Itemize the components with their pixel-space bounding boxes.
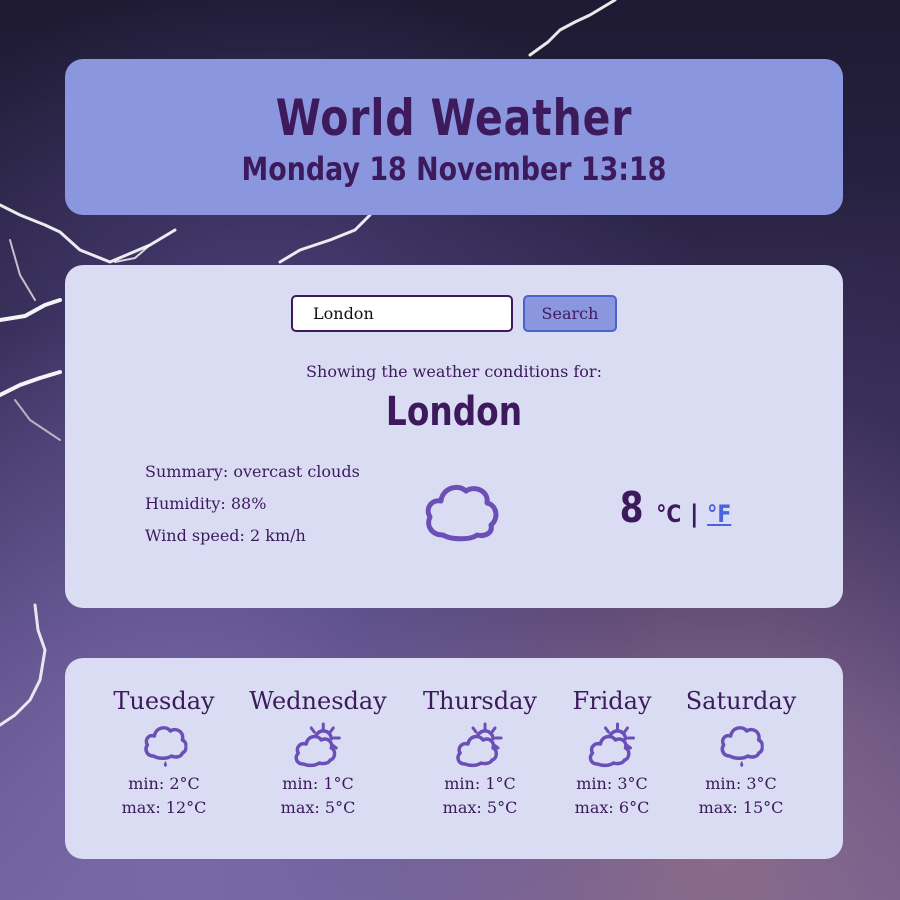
- temperature-display: 8 °C | °F: [617, 483, 733, 532]
- forecast-day: Saturday min: 3°C max: 15°C: [686, 686, 797, 820]
- weather-details: Summary: overcast clouds Humidity: 88% W…: [145, 461, 360, 557]
- forecast-min: min: 3°C: [705, 774, 777, 793]
- forecast-max: max: 12°C: [121, 798, 207, 817]
- forecast-day: Tuesday min: 2°C max: 12°C: [113, 686, 214, 820]
- forecast-day-name: Friday: [572, 687, 652, 715]
- forecast-day-name: Wednesday: [249, 687, 387, 715]
- forecast-max: max: 5°C: [442, 798, 518, 817]
- page-title: World Weather: [275, 89, 633, 147]
- forecast-max: max: 15°C: [698, 798, 784, 817]
- search-button[interactable]: Search: [523, 295, 617, 332]
- city-name: London: [385, 389, 523, 435]
- sun-behind-cloud-icon: [456, 722, 503, 768]
- sun-behind-cloud-icon: [294, 722, 341, 768]
- forecast-min: min: 3°C: [576, 774, 648, 793]
- showing-label: Showing the weather conditions for:: [306, 362, 602, 381]
- forecast-min: min: 2°C: [128, 774, 200, 793]
- current-datetime: Monday 18 November 13:18: [241, 150, 667, 188]
- fahrenheit-link[interactable]: °F: [707, 500, 731, 528]
- humidity-text: Humidity: 88%: [145, 494, 267, 513]
- temperature-value: 8: [619, 483, 644, 532]
- forecast-min: min: 1°C: [282, 774, 354, 793]
- city-search-input[interactable]: [291, 295, 513, 332]
- forecast-day: Friday min: 3°C max: 6°C: [572, 686, 651, 820]
- forecast-day: Wednesday min: 1°C max: 5°C: [249, 686, 386, 820]
- unit-separator: |: [689, 500, 699, 528]
- forecast-day-name: Tuesday: [113, 687, 215, 715]
- sun-behind-cloud-icon: [588, 722, 635, 768]
- forecast-day-name: Thursday: [423, 687, 537, 715]
- cloud-icon: [425, 484, 499, 542]
- forecast-max: max: 6°C: [574, 798, 650, 817]
- rain-cloud-icon: [720, 726, 764, 767]
- wind-speed-text: Wind speed: 2 km/h: [145, 526, 306, 545]
- header-card: World Weather Monday 18 November 13:18: [65, 59, 843, 215]
- forecast-card: Tuesday min: 2°C max: 12°C Wednesday min…: [65, 658, 843, 859]
- current-weather-card: Search Showing the weather conditions fo…: [65, 265, 843, 608]
- summary-text: Summary: overcast clouds: [145, 462, 360, 481]
- celsius-unit[interactable]: °C: [656, 500, 681, 528]
- forecast-day: Thursday min: 1°C max: 5°C: [423, 686, 537, 820]
- forecast-min: min: 1°C: [444, 774, 516, 793]
- forecast-day-name: Saturday: [685, 687, 797, 715]
- rain-cloud-icon: [143, 726, 187, 767]
- forecast-max: max: 5°C: [280, 798, 356, 817]
